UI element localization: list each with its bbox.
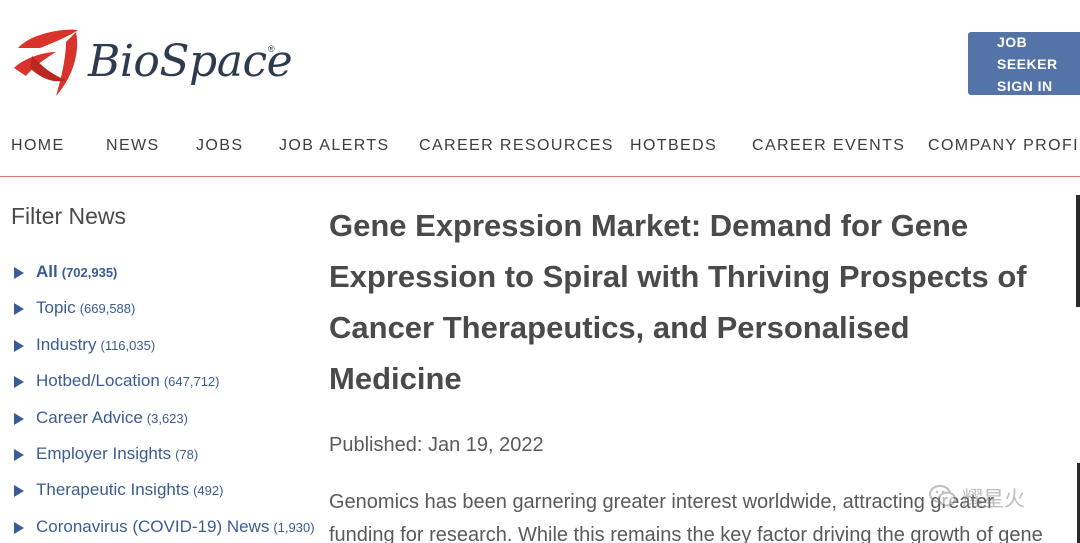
wechat-icon [929,485,956,507]
watermark: 耀星火 [928,479,1068,515]
nav-career-events[interactable]: CAREER EVENTS [752,137,905,155]
biospace-logo[interactable]: BioSpace ® [10,26,310,98]
caret-right-icon [14,412,24,425]
logo-wordmark: BioSpace [88,36,293,87]
filter-label: Career Advice (3,623) [36,407,188,427]
published-date: Published: Jan 19, 2022 [329,434,544,456]
nav-news[interactable]: NEWS [106,137,160,155]
filter-count: (78) [175,446,199,462]
page: BioSpace ® JOB SEEKER SIGN IN HOME NEWS … [0,0,1080,543]
filter-label: Employer Insights (78) [36,443,199,463]
filter-news-heading: Filter News [11,203,127,229]
filter-count: (702,935) [61,265,118,280]
caret-right-icon [14,485,24,498]
filter-count: (492) [193,483,224,499]
nav-jobs[interactable]: JOBS [196,137,243,155]
sign-in-line1: JOB SEEKER [997,33,1058,72]
filter-label: All (702,935) [36,262,118,281]
registered-mark: ® [268,44,275,54]
edge-strip [1076,195,1080,307]
nav-career-resources[interactable]: CAREER RESOURCES [419,137,614,155]
filter-label: Hotbed/Location (647,712) [36,371,220,391]
caret-right-icon [14,267,24,279]
filter-label: Topic (669,588) [36,298,136,318]
watermark-text: 耀星火 [962,488,1025,511]
main-nav: HOME NEWS JOBS JOB ALERTS CAREER RESOURC… [0,137,1080,161]
nav-job-alerts[interactable]: JOB ALERTS [279,137,390,155]
filter-count: (647,712) [163,374,220,390]
caret-right-icon [14,521,24,534]
nav-home[interactable]: HOME [11,137,65,155]
filter-count: (116,035) [100,337,156,353]
article-title: Gene Expression Market: Demand for Gene … [329,208,1027,396]
job-seeker-sign-in-button[interactable]: JOB SEEKER SIGN IN [968,32,1080,95]
sign-in-line2: SIGN IN [997,77,1053,94]
caret-right-icon [14,448,24,461]
nav-hotbeds[interactable]: HOTBEDS [630,137,717,155]
filter-label: Coronavirus (COVID-19) News (1,930) [36,516,315,536]
caret-right-icon [14,376,24,389]
biospace-logo-mark-icon [14,29,78,96]
caret-right-icon [14,303,24,316]
filter-count: (3,623) [146,410,188,426]
filter-label: Industry (116,035) [36,334,156,354]
nav-company-profile[interactable]: COMPANY PROFILE [928,137,1080,155]
caret-right-icon [14,339,24,352]
filter-count: (669,588) [79,301,136,317]
nav-divider [0,176,1080,177]
filter-label: Therapeutic Insights (492) [36,480,224,500]
filter-count: (1,930) [273,519,315,535]
